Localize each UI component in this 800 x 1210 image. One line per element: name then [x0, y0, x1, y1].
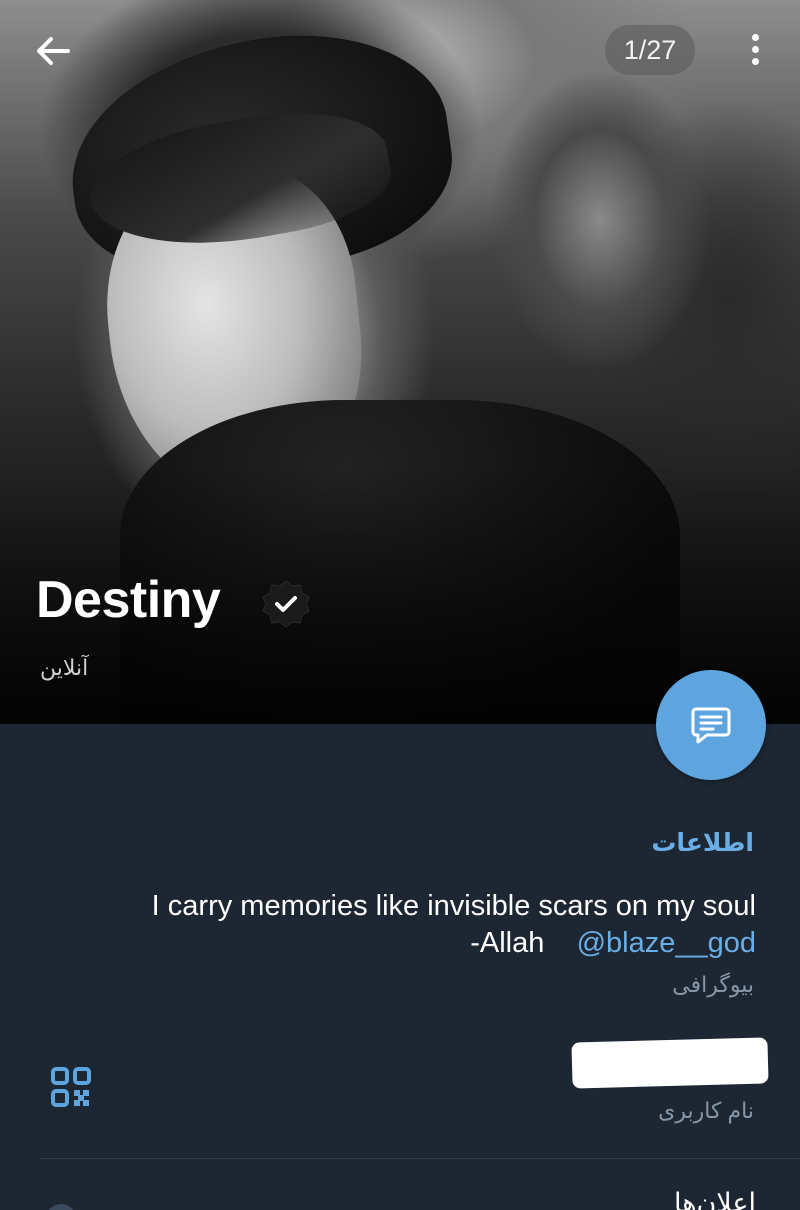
back-button[interactable] [30, 28, 76, 74]
arrow-left-icon [37, 37, 70, 65]
verified-badge-icon [262, 580, 310, 628]
bio-line: I carry memories like invisible scars on… [151, 890, 756, 922]
bio-label: بیوگرافی [672, 972, 754, 997]
username-value-redacted[interactable] [571, 1037, 769, 1089]
more-options-button[interactable] [735, 30, 775, 74]
notifications-label[interactable]: اعلان‌ها [674, 1188, 756, 1210]
username-label: نام کاربری [658, 1098, 754, 1123]
message-icon [691, 707, 731, 744]
photo-counter: 1/27 [605, 25, 695, 75]
info-section-title: اطلاعات [651, 829, 754, 857]
qr-code-icon [51, 1067, 91, 1107]
qr-code-button[interactable] [50, 1066, 92, 1108]
send-message-button[interactable] [656, 670, 766, 780]
top-bar: 1/27 [0, 0, 800, 100]
online-status: آنلاین [40, 655, 89, 680]
more-vertical-icon [751, 34, 759, 41]
bio-mention-link[interactable]: @blaze__god [577, 927, 756, 959]
notifications-toggle[interactable] [46, 1204, 76, 1210]
profile-name: Destiny [36, 571, 221, 629]
bio-line: -Allah @blaze__god [36, 925, 756, 962]
bio-text[interactable]: I carry memories like invisible scars on… [36, 888, 756, 962]
bio-signature: -Allah [470, 927, 545, 959]
divider [40, 1158, 800, 1159]
